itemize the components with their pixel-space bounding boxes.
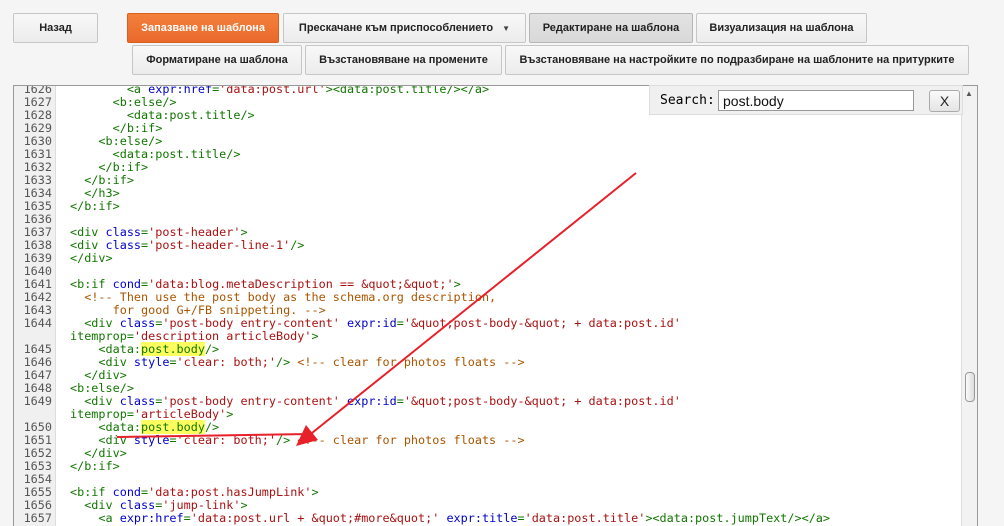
code-line[interactable]: 1638 <div class='post-header-line-1'/> (14, 239, 962, 252)
code-text[interactable]: <div style='clear: both;'/> <!-- clear f… (70, 434, 524, 447)
code-line[interactable]: 1652 </div> (14, 447, 962, 460)
code-line[interactable]: 1651 <div style='clear: both;'/> <!-- cl… (14, 434, 962, 447)
code-text[interactable]: </div> (70, 252, 113, 265)
preview-template-button[interactable]: Визуализация на шаблона (696, 13, 867, 43)
close-search-button[interactable]: X (929, 90, 960, 112)
code-line[interactable]: 1633 </b:if> (14, 174, 962, 187)
code-line[interactable]: 1639 </div> (14, 252, 962, 265)
search-bar: Search: X (649, 85, 963, 115)
format-template-button[interactable]: Форматиране на шаблона (132, 45, 302, 75)
search-input[interactable] (718, 90, 914, 111)
jump-to-widget-label: Прескачане към приспособлението (298, 22, 494, 34)
restore-defaults-button[interactable]: Възстановяване на настройките по подразб… (505, 45, 969, 75)
code-line[interactable]: 1631 <data:post.title/> (14, 148, 962, 161)
scroll-up-icon[interactable]: ▲ (965, 89, 973, 98)
code-editor[interactable]: 1626 <a expr:href='data:post.url'><data:… (13, 85, 978, 526)
code-line[interactable]: 1657 <a expr:href='data:post.url + &quot… (14, 512, 962, 525)
line-number: 1644 (23, 316, 52, 330)
vertical-scrollbar[interactable]: ▲ (961, 86, 977, 526)
scrollbar-thumb[interactable] (965, 372, 975, 402)
save-template-button[interactable]: Запазване на шаблона (127, 13, 279, 43)
back-button[interactable]: Назад (13, 13, 98, 43)
edit-template-button[interactable]: Редактиране на шаблона (529, 13, 693, 43)
jump-to-widget-dropdown[interactable]: Прескачане към приспособлението ▼ (283, 13, 526, 43)
code-text[interactable]: <a expr:href='data:post.url + &quot;#mor… (70, 512, 830, 525)
code-line[interactable]: 1632 </b:if> (14, 161, 962, 174)
search-label: Search: (660, 93, 715, 108)
code-line[interactable]: 1647 </div> (14, 369, 962, 382)
revert-changes-button[interactable]: Възстановяване на промените (305, 45, 502, 75)
line-number: 1649 (23, 394, 52, 408)
code-lines[interactable]: 1626 <a expr:href='data:post.url'><data:… (14, 86, 962, 525)
code-text[interactable]: </b:if> (70, 460, 120, 473)
chevron-down-icon: ▼ (502, 23, 511, 33)
code-line[interactable]: 1634 </h3> (14, 187, 962, 200)
code-line[interactable]: 1635 </b:if> (14, 200, 962, 213)
code-text[interactable]: <div style='clear: both;'/> <!-- clear f… (70, 356, 524, 369)
line-number: 1657 (23, 511, 52, 525)
code-line[interactable]: 1646 <div style='clear: both;'/> <!-- cl… (14, 356, 962, 369)
code-text[interactable]: </b:if> (70, 200, 120, 213)
code-line[interactable]: 1653 </b:if> (14, 460, 962, 473)
